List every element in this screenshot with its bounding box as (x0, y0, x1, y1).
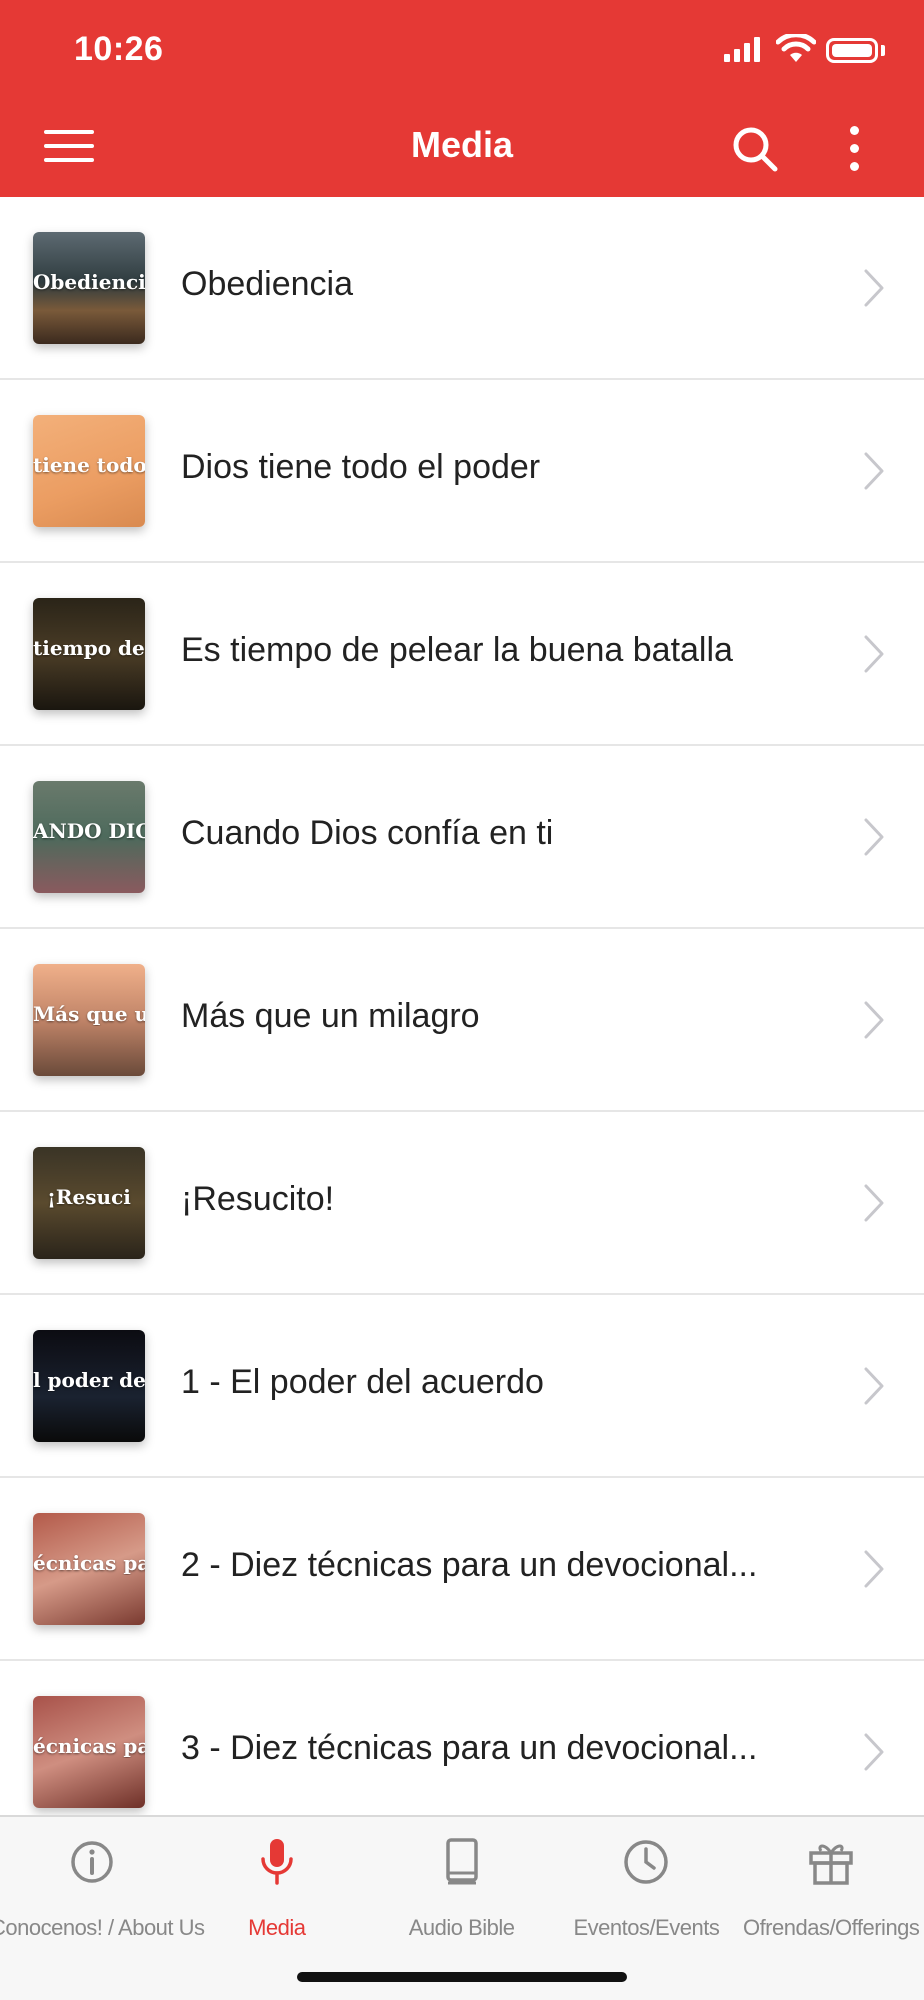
item-thumbnail: Obediencia (33, 232, 145, 344)
list-item[interactable]: tiene todo Dios tiene todo el poder (0, 380, 924, 563)
item-thumbnail: l poder del acuerd (33, 1330, 145, 1442)
item-title: Obediencia (181, 265, 354, 303)
thumbnail-title: écnicas para un (33, 1734, 145, 1758)
thumbnail-title: tiempo de pelear (33, 636, 145, 660)
tab-gift[interactable]: Ofrendas/Offerings (739, 1837, 923, 1947)
item-title: 3 - Diez técnicas para un devocional... (181, 1729, 758, 1767)
item-title: ¡Resucito! (181, 1180, 335, 1218)
thumbnail-title: l poder del acuerd (33, 1368, 145, 1392)
thumbnail-title: écnicas para un (33, 1551, 145, 1575)
item-title: Cuando Dios confía en ti (181, 814, 554, 852)
thumbnail-title: Obediencia (33, 270, 145, 294)
item-thumbnail: écnicas para un (33, 1696, 145, 1808)
tab-label: Media (248, 1915, 306, 1940)
item-title: 1 - El poder del acuerdo (181, 1363, 544, 1401)
chevron-right-icon (864, 1733, 884, 1771)
tab-label: Eventos/Events (573, 1915, 720, 1940)
search-icon[interactable] (730, 124, 780, 174)
home-indicator (297, 1972, 627, 1982)
more-options-icon[interactable] (840, 122, 870, 176)
chevron-right-icon (864, 1001, 884, 1039)
info-icon (71, 1841, 113, 1883)
item-title: Es tiempo de pelear la buena batalla (181, 631, 733, 669)
thumbnail-title: Más que un milagro (33, 1002, 145, 1026)
status-time: 10:26 (74, 30, 164, 68)
list-item[interactable]: Obediencia Obediencia (0, 197, 924, 380)
page-title: Media (410, 124, 514, 165)
chevron-right-icon (864, 1184, 884, 1222)
list-item[interactable]: ANDO DIOS CONFÍA Cuando Dios confía en ti (0, 746, 924, 929)
list-item[interactable]: écnicas para un 3 - Diez técnicas para un… (0, 1661, 924, 1815)
wifi-icon (776, 34, 816, 62)
book-icon (445, 1838, 478, 1885)
tab-label: Audio Bible (408, 1915, 515, 1940)
status-icons (724, 28, 924, 78)
chevron-right-icon (864, 818, 884, 856)
item-thumbnail: ¡Resuci (33, 1147, 145, 1259)
thumbnail-title: tiene todo (33, 453, 145, 477)
list-item[interactable]: écnicas para un 2 - Diez técnicas para un… (0, 1478, 924, 1661)
microphone-icon (261, 1839, 293, 1885)
media-list: Obediencia Obediencia tiene todo Dios tiene… (0, 197, 924, 1815)
tab-info[interactable]: Conocenos! / About Us (0, 1837, 205, 1947)
chevron-right-icon (864, 269, 884, 307)
item-thumbnail: Más que un milagro (33, 964, 145, 1076)
item-title: Más que un milagro (181, 997, 480, 1035)
item-thumbnail: ANDO DIOS CONFÍA (33, 781, 145, 893)
item-title: 2 - Diez técnicas para un devocional... (181, 1546, 758, 1584)
tab-label: Conocenos! / About Us (0, 1915, 205, 1940)
tab-clock[interactable]: Eventos/Events (554, 1837, 738, 1947)
battery-tip (881, 45, 885, 56)
chevron-right-icon (864, 635, 884, 673)
tab-book[interactable]: Audio Bible (370, 1837, 554, 1947)
tab-label: Ofrendas/Offerings (742, 1915, 920, 1940)
item-thumbnail: écnicas para un (33, 1513, 145, 1625)
gift-icon (809, 1844, 853, 1885)
battery-icon (826, 38, 878, 63)
item-thumbnail: tiempo de pelear (33, 598, 145, 710)
chevron-right-icon (864, 452, 884, 490)
chevron-right-icon (864, 1367, 884, 1405)
thumbnail-title: ¡Resuci (47, 1185, 131, 1209)
item-thumbnail: tiene todo (33, 415, 145, 527)
signal-icon (724, 37, 760, 62)
item-title: Dios tiene todo el poder (181, 448, 541, 486)
list-item[interactable]: l poder del acuerd 1 - El poder del acuer… (0, 1295, 924, 1478)
clock-icon (624, 1840, 669, 1884)
tab-microphone[interactable]: Media (185, 1837, 369, 1947)
app-header: 10:26 Media (0, 0, 924, 197)
list-item[interactable]: Más que un milagro Más que un milagro (0, 929, 924, 1112)
thumbnail-title: ANDO DIOS CONFÍA (33, 819, 145, 843)
list-item[interactable]: tiempo de pelear Es tiempo de pelear la b… (0, 563, 924, 746)
list-item[interactable]: ¡Resuci ¡Resucito! (0, 1112, 924, 1295)
chevron-right-icon (864, 1550, 884, 1588)
